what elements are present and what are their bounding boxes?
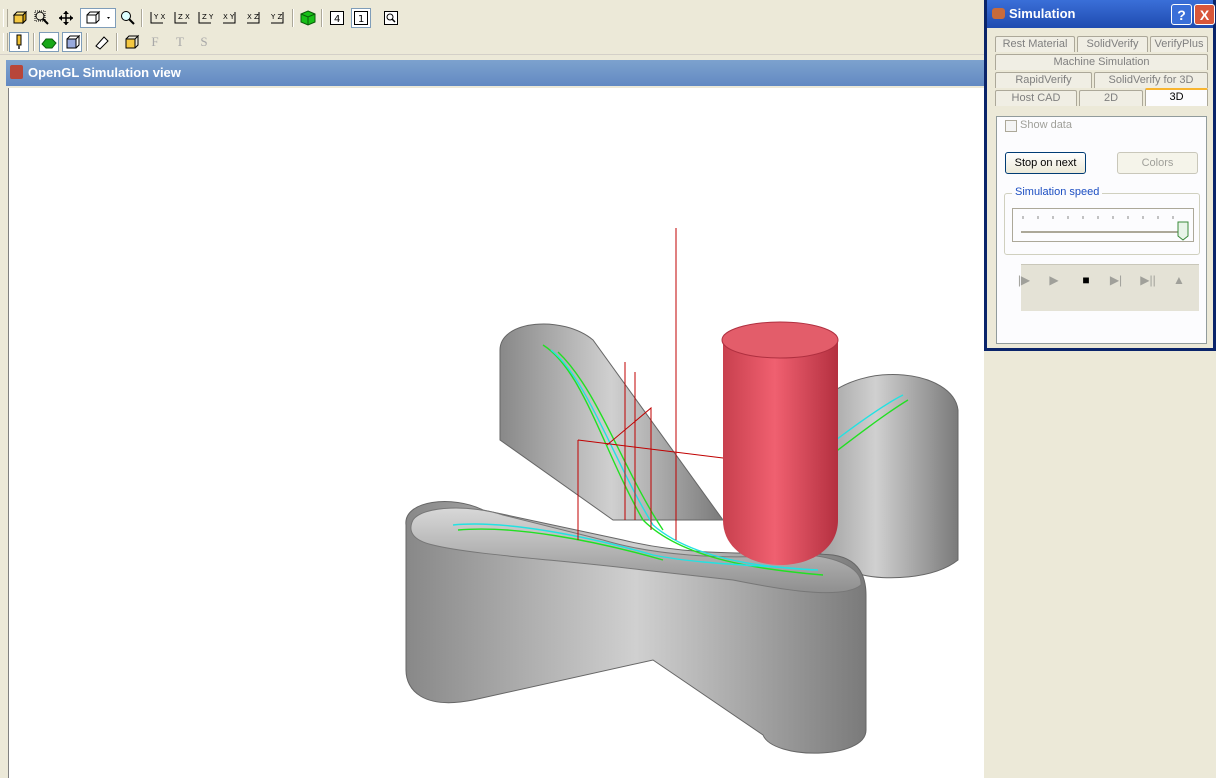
- simulation-title-bar[interactable]: Simulation ? X: [987, 0, 1215, 28]
- simulation-speed-label: Simulation speed: [1012, 186, 1103, 198]
- tab-verifyplus[interactable]: VerifyPlus: [1150, 36, 1208, 52]
- speed-slider-track: [1021, 216, 1189, 241]
- svg-text:Y Z: Y Z: [270, 13, 283, 21]
- tab-rapidverify[interactable]: RapidVerify: [995, 72, 1092, 88]
- play-button[interactable]: ▶: [1044, 273, 1064, 287]
- show-data-label: Show data: [1020, 119, 1072, 131]
- zoom-window-icon[interactable]: [32, 8, 52, 28]
- simulation-title: Simulation: [1009, 6, 1076, 21]
- view-zx-icon[interactable]: Z Y: [195, 8, 215, 28]
- view-cube-dropdown[interactable]: [80, 8, 116, 28]
- svg-text:1: 1: [358, 14, 364, 25]
- speed-slider[interactable]: [1012, 208, 1194, 242]
- playback-controls: |▶ ▶ ■ ▶| ▶|| ▲: [1018, 264, 1199, 311]
- opengl-simulation-window: OpenGL Simulation view: [6, 60, 984, 778]
- colors-button[interactable]: Colors: [1117, 152, 1198, 174]
- simulation-icon: [992, 8, 1005, 19]
- pause-button[interactable]: ■: [1076, 273, 1096, 287]
- view-zy-icon[interactable]: X Z: [243, 8, 263, 28]
- transparent-stock-icon[interactable]: [62, 32, 82, 52]
- zoom-icon[interactable]: [118, 8, 138, 28]
- svg-text:X Y: X Y: [223, 13, 235, 21]
- show-data-checkbox[interactable]: [1005, 120, 1017, 132]
- tab-solidverify-3d[interactable]: SolidVerify for 3D: [1094, 72, 1208, 88]
- close-button[interactable]: X: [1194, 4, 1215, 25]
- view-xz-icon[interactable]: X Y: [219, 8, 239, 28]
- simulation-scene: [405, 228, 959, 754]
- speed-slider-thumb: [1177, 221, 1189, 241]
- to-end-button[interactable]: ▶||: [1138, 273, 1158, 287]
- zoom-fit-icon[interactable]: [381, 8, 401, 28]
- view-xy-icon[interactable]: Y X: [147, 8, 167, 28]
- pan-icon[interactable]: [56, 8, 76, 28]
- app-icon: [10, 65, 23, 79]
- front-view-letter[interactable]: F: [145, 32, 165, 52]
- four-views-icon[interactable]: 4: [327, 8, 347, 28]
- tab-2d[interactable]: 2D: [1079, 90, 1143, 106]
- view-title: OpenGL Simulation view: [28, 65, 181, 80]
- svg-text:Z Y: Z Y: [202, 13, 214, 21]
- solid-view-icon[interactable]: [298, 8, 318, 28]
- cutting-tool: [723, 340, 838, 565]
- tab-3d[interactable]: 3D: [1145, 88, 1208, 106]
- svg-text:Y X: Y X: [153, 13, 166, 21]
- main-toolbar: Y X Z X Z Y X Y X Z Y Z 4 1: [0, 6, 984, 31]
- stop-on-next-button[interactable]: Stop on next: [1005, 152, 1086, 174]
- tool-display-icon[interactable]: [9, 32, 29, 52]
- help-button[interactable]: ?: [1171, 4, 1192, 25]
- eraser-icon[interactable]: [92, 32, 112, 52]
- simulation-canvas[interactable]: [8, 88, 984, 778]
- cutting-tool-top: [721, 321, 839, 359]
- view-yz-icon[interactable]: Y Z: [267, 8, 287, 28]
- tab-machine-simulation[interactable]: Machine Simulation: [995, 54, 1208, 70]
- top-view-letter[interactable]: T: [170, 32, 190, 52]
- stock-display-icon[interactable]: [39, 32, 59, 52]
- step-button[interactable]: ▶|: [1106, 273, 1126, 287]
- svg-text:4: 4: [334, 14, 340, 25]
- display-toolbar: F T S: [0, 30, 984, 55]
- toolbar-grip[interactable]: [3, 33, 8, 51]
- svg-text:Z X: Z X: [178, 13, 190, 21]
- tab-rest-material[interactable]: Rest Material: [995, 36, 1075, 52]
- shade-mode-icon[interactable]: [9, 8, 29, 28]
- single-view-icon[interactable]: 1: [351, 8, 371, 28]
- box-view-icon[interactable]: [122, 32, 142, 52]
- toolbar-grip[interactable]: [3, 9, 8, 27]
- eject-button[interactable]: ▲: [1169, 273, 1189, 287]
- tab-host-cad[interactable]: Host CAD: [995, 90, 1077, 106]
- view-yx-icon[interactable]: Z X: [171, 8, 191, 28]
- svg-text:X Z: X Z: [247, 13, 259, 21]
- view-title-bar[interactable]: OpenGL Simulation view: [6, 60, 984, 86]
- stock-back-arm: [499, 323, 724, 521]
- side-view-letter[interactable]: S: [194, 32, 214, 52]
- tab-solidverify[interactable]: SolidVerify: [1077, 36, 1148, 52]
- step-back-button[interactable]: |▶: [1014, 273, 1034, 287]
